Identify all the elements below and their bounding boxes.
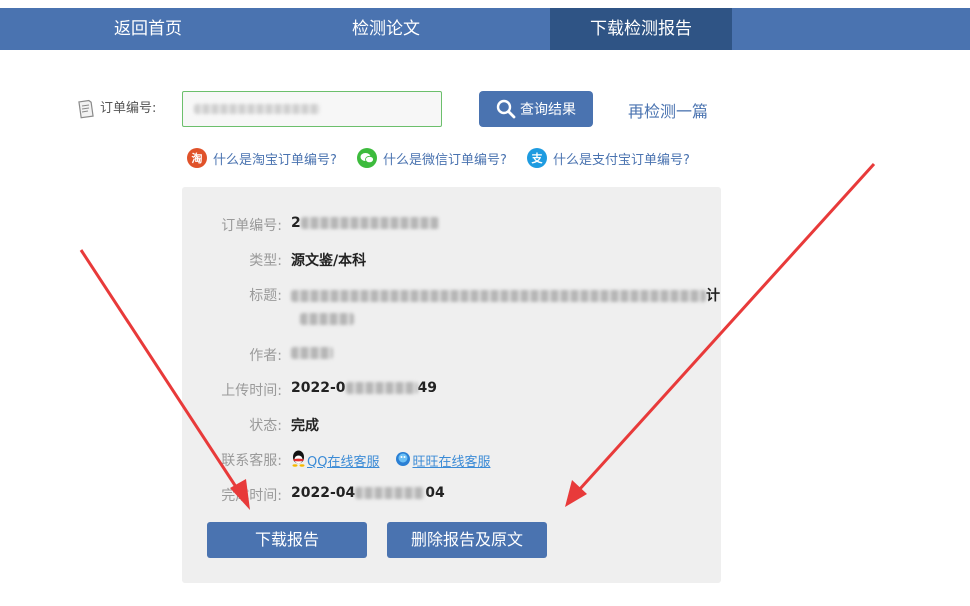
- alipay-icon: 支: [527, 148, 547, 168]
- wechat-icon: [357, 148, 377, 168]
- type-value: 源文鉴/本科: [291, 253, 367, 269]
- qq-icon: [291, 450, 306, 471]
- download-report-button[interactable]: 下载报告: [207, 522, 367, 558]
- finish-time-prefix: 2022-04: [291, 485, 356, 501]
- redacted-author: [291, 347, 333, 359]
- qq-service-link[interactable]: QQ在线客服: [307, 451, 379, 470]
- finish-time-label: 完成时间:: [221, 488, 282, 504]
- finish-time-suffix: 04: [425, 485, 445, 501]
- document-icon: [76, 99, 94, 119]
- upload-time-prefix: 2022-0: [291, 380, 346, 396]
- query-button-label: 查询结果: [520, 102, 576, 118]
- author-label: 作者:: [249, 348, 282, 364]
- order-input-redacted: [194, 104, 320, 114]
- query-result-button[interactable]: 查询结果: [479, 91, 593, 127]
- upload-time-suffix: 49: [417, 380, 438, 396]
- order-number-value: 2: [291, 215, 301, 231]
- order-number-label: 订单编号:: [76, 97, 156, 121]
- taobao-icon: 淘: [187, 148, 207, 168]
- help-taobao[interactable]: 淘 什么是淘宝订单编号?: [187, 146, 337, 170]
- title-suffix: 计: [706, 288, 720, 304]
- search-icon: [496, 99, 516, 119]
- top-strip: [0, 0, 970, 8]
- order-label-text: 订单编号:: [100, 101, 157, 116]
- redacted-title-line2: [300, 313, 354, 325]
- help-wechat-label: 什么是微信订单编号?: [383, 152, 507, 168]
- type-label: 类型:: [249, 253, 282, 269]
- nav-home[interactable]: 返回首页: [60, 8, 236, 50]
- redacted-title: [291, 290, 706, 302]
- recheck-link[interactable]: 再检测一篇: [628, 98, 708, 122]
- redacted-finish-time: [355, 487, 426, 499]
- help-taobao-label: 什么是淘宝订单编号?: [213, 152, 337, 168]
- redacted-order-number: [300, 217, 439, 229]
- help-alipay-label: 什么是支付宝订单编号?: [553, 152, 690, 168]
- upload-time-label: 上传时间:: [221, 383, 282, 399]
- help-wechat[interactable]: 什么是微信订单编号?: [357, 146, 507, 170]
- report-card: 订单编号: 2 类型: 源文鉴/本科 标题: 计 作者: 上传时间: 2022-…: [182, 187, 721, 583]
- wangwang-service-link[interactable]: 旺旺在线客服: [412, 451, 490, 470]
- nav-download-report[interactable]: 下载检测报告: [550, 8, 732, 50]
- wangwang-icon: [395, 451, 411, 471]
- title-label: 标题:: [249, 288, 282, 304]
- redacted-upload-time: [345, 382, 418, 394]
- nav-check-paper[interactable]: 检测论文: [298, 8, 474, 50]
- delete-report-button[interactable]: 删除报告及原文: [387, 522, 547, 558]
- status-value: 完成: [291, 418, 319, 434]
- top-nav: 返回首页 检测论文 下载检测报告: [0, 8, 970, 50]
- status-label: 状态:: [249, 418, 282, 434]
- service-label: 联系客服:: [221, 453, 282, 469]
- order-number-row-label: 订单编号:: [221, 218, 282, 234]
- help-alipay[interactable]: 支 什么是支付宝订单编号?: [527, 146, 690, 170]
